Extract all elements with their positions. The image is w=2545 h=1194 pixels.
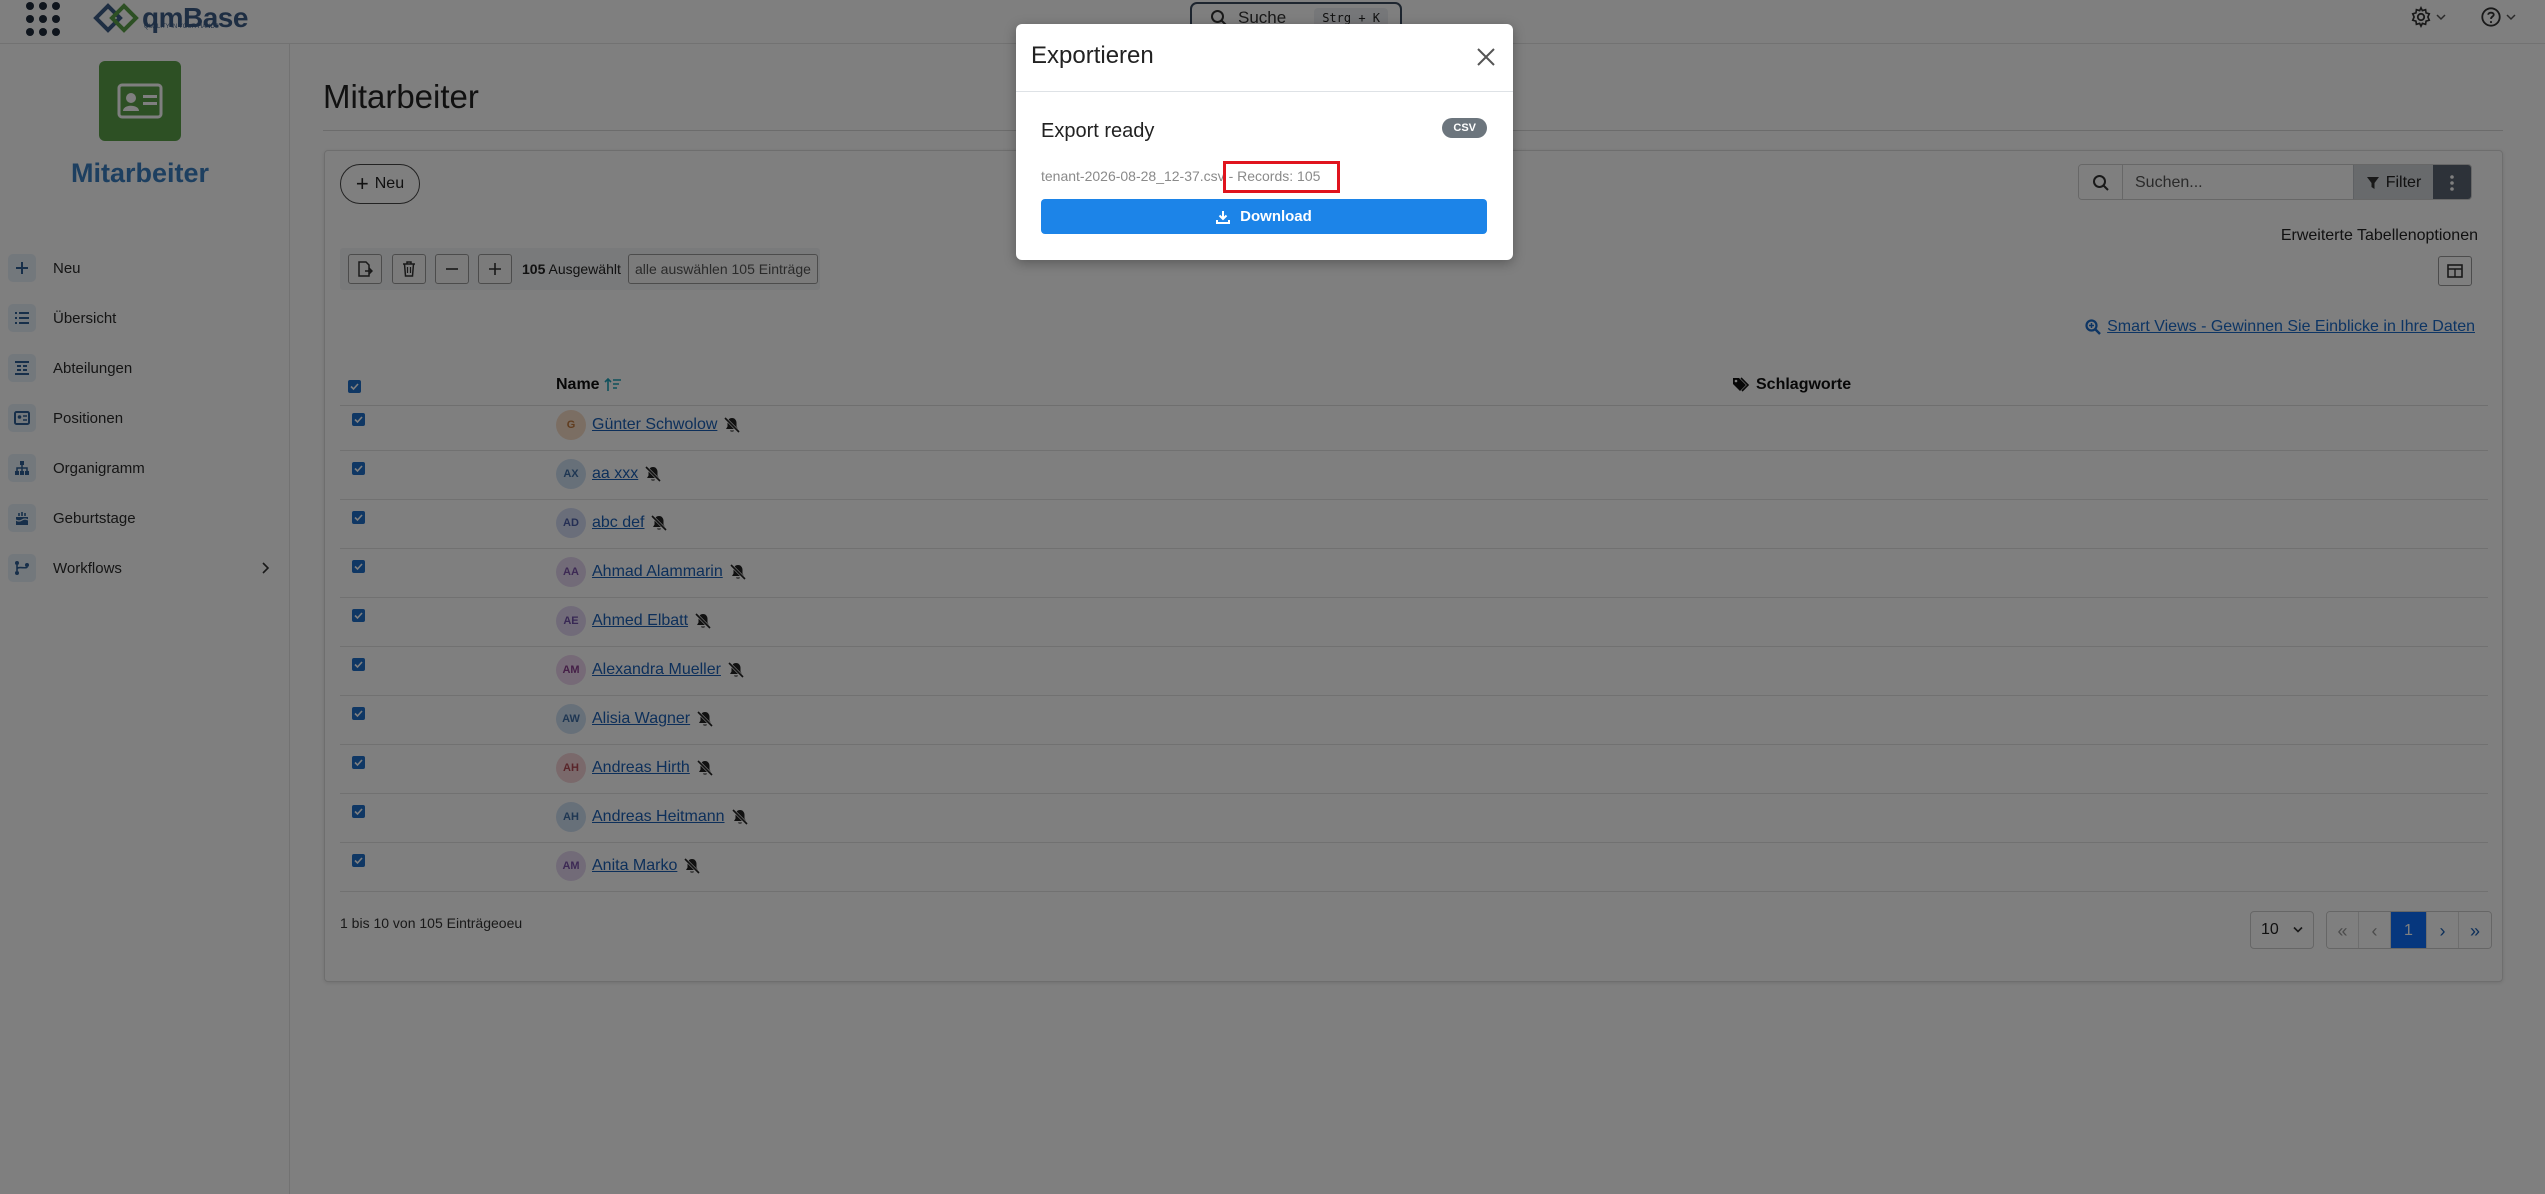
close-icon <box>1477 48 1495 66</box>
download-icon <box>1216 210 1231 224</box>
export-status: Export ready <box>1041 120 1155 142</box>
record-count-highlight <box>1223 161 1340 193</box>
close-button[interactable] <box>1475 46 1497 68</box>
export-modal: Exportieren Export ready CSV tenant-2026… <box>1016 24 1513 260</box>
modal-header: Exportieren <box>1016 24 1513 92</box>
download-button-label: Download <box>1240 208 1312 225</box>
format-badge: CSV <box>1442 118 1487 138</box>
export-filename: tenant-2026-08-28_12-37.csv <box>1041 168 1225 184</box>
modal-title: Exportieren <box>1031 42 1154 69</box>
download-button[interactable]: Download <box>1041 199 1487 234</box>
